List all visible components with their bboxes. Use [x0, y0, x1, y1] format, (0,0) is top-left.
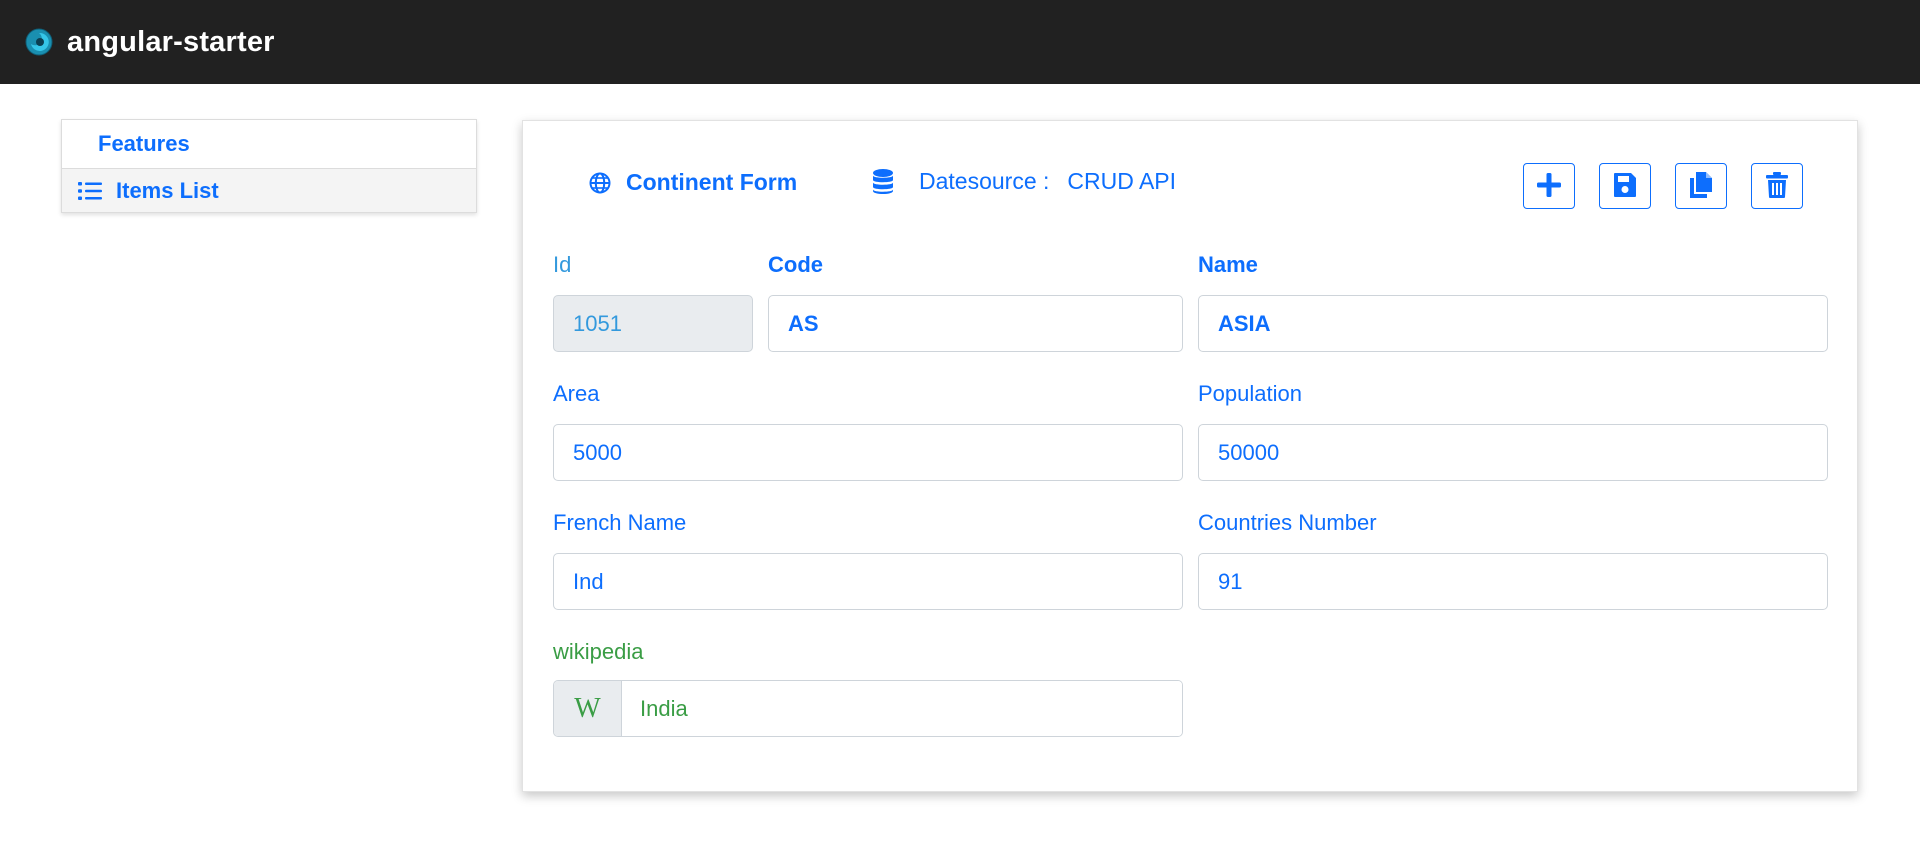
name-field[interactable] — [1198, 295, 1828, 352]
area-field[interactable] — [553, 424, 1183, 481]
app-title[interactable]: angular-starter — [67, 26, 275, 59]
wikipedia-field[interactable] — [622, 681, 1182, 736]
datasource-label: Datesource : — [919, 168, 1050, 194]
datasource-info: Datesource : CRUD API — [873, 168, 1176, 195]
database-icon — [873, 168, 893, 195]
name-label: Name — [1198, 252, 1258, 277]
add-icon — [1536, 171, 1562, 202]
top-navbar: angular-starter — [0, 0, 1920, 84]
sidebar-item-label: Items List — [116, 177, 219, 203]
trash-icon — [1764, 171, 1790, 202]
copy-icon — [1688, 171, 1714, 202]
population-label: Population — [1198, 381, 1302, 406]
add-button[interactable] — [1523, 163, 1575, 209]
save-button[interactable] — [1599, 163, 1651, 209]
globe-icon — [589, 172, 611, 194]
copy-button[interactable] — [1675, 163, 1727, 209]
sidebar: Features Items List — [61, 119, 477, 213]
form-toolbar — [1523, 163, 1803, 209]
form-title-text: Continent Form — [626, 169, 798, 195]
wikipedia-icon: W — [554, 681, 622, 736]
id-label: Id — [553, 252, 572, 277]
wikipedia-label: wikipedia — [553, 639, 644, 664]
form-title: Continent Form — [589, 169, 797, 196]
population-field[interactable] — [1198, 424, 1828, 481]
area-label: Area — [553, 381, 600, 406]
countries-number-field[interactable] — [1198, 553, 1828, 610]
app-logo-icon[interactable] — [25, 28, 53, 56]
id-field[interactable] — [553, 295, 753, 352]
code-field[interactable] — [768, 295, 1183, 352]
datasource-value: CRUD API — [1067, 168, 1177, 194]
save-icon — [1612, 171, 1638, 202]
delete-button[interactable] — [1751, 163, 1803, 209]
wikipedia-input-group: W — [553, 680, 1183, 737]
card-header: Continent Form Datesource : CRUD API — [523, 121, 1857, 251]
french-name-field[interactable] — [553, 553, 1183, 610]
sidebar-header: Features — [62, 120, 476, 169]
french-name-label: French Name — [553, 510, 687, 535]
code-label: Code — [768, 252, 823, 277]
continent-form-card: Continent Form Datesource : CRUD API Id … — [522, 120, 1858, 792]
sidebar-item-items-list[interactable]: Items List — [62, 169, 476, 212]
list-icon — [78, 181, 102, 201]
countries-number-label: Countries Number — [1198, 510, 1377, 535]
